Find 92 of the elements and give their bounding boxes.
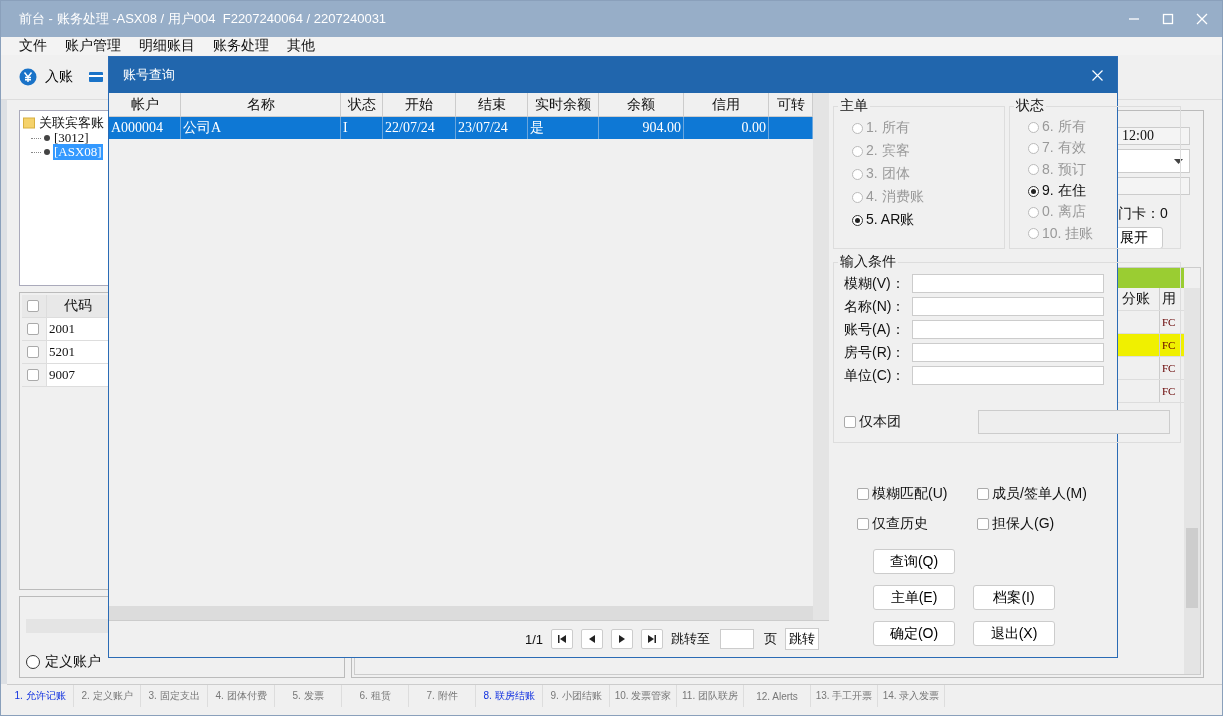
folder-icon	[23, 117, 35, 129]
tab[interactable]: 6. 租赁	[342, 685, 409, 707]
dialog-button[interactable]: 档案(I)	[973, 585, 1055, 610]
skip-forward-icon	[648, 635, 656, 643]
field-label: 模糊(V)：	[844, 274, 906, 293]
group-title: 输入条件	[839, 253, 897, 271]
tab[interactable]: 1. 允许记账	[7, 685, 74, 707]
input-field[interactable]	[912, 297, 1104, 316]
goto-button[interactable]: 跳转	[785, 628, 819, 650]
card-count: 门卡：0	[1117, 205, 1168, 223]
tab[interactable]: 4. 团体付费	[208, 685, 275, 707]
menu-item[interactable]: 文件	[19, 37, 47, 53]
radio-button[interactable]: 5. AR账	[852, 209, 915, 231]
last-page-button[interactable]	[641, 629, 663, 649]
checkbox[interactable]	[26, 323, 39, 335]
menu-item[interactable]: 账户管理	[65, 37, 121, 53]
tab[interactable]: 5. 发票	[275, 685, 342, 707]
menu-item[interactable]: 账务处理	[213, 37, 269, 53]
table-cell: 5201	[47, 341, 111, 363]
dialog-title: 账号查询	[123, 66, 175, 84]
goto-label: 跳转至	[671, 630, 710, 648]
scrollbar[interactable]	[109, 606, 813, 620]
previous-page-button[interactable]	[581, 629, 603, 649]
field-label: 名称(N)：	[844, 297, 907, 316]
tab[interactable]: 7. 附件	[409, 685, 476, 707]
triangle-left-icon	[589, 635, 595, 643]
input-field[interactable]	[912, 274, 1104, 293]
page-unit: 页	[764, 630, 777, 648]
tree-item[interactable]: 关联宾客账	[38, 114, 105, 132]
yen-icon	[19, 68, 37, 86]
column-header[interactable]: 帐户	[109, 93, 181, 116]
tab[interactable]: 14. 录入发票	[878, 685, 945, 707]
checkbox[interactable]: 担保人(G)	[977, 515, 1097, 533]
bullet-icon	[44, 149, 50, 155]
menu-item[interactable]: 其他	[287, 37, 315, 53]
page-field[interactable]	[720, 629, 754, 649]
scrollbar[interactable]	[813, 93, 829, 620]
dialog-button[interactable]: 确定(O)	[873, 621, 955, 646]
input-field[interactable]	[912, 343, 1104, 362]
table-cell: 9007	[47, 364, 111, 386]
tree-item[interactable]: [3012]	[53, 130, 90, 146]
tab[interactable]: 11. 团队联房	[677, 685, 744, 707]
column-header[interactable]: 状态	[341, 93, 383, 116]
card-icon[interactable]	[89, 71, 103, 83]
tab[interactable]: 8. 联房结账	[476, 685, 543, 707]
radio-button[interactable]: 定义账户	[26, 653, 101, 671]
tab[interactable]: 12. Alerts	[744, 685, 811, 707]
checkbox[interactable]	[26, 369, 39, 381]
tab[interactable]: 13. 手工开票	[811, 685, 878, 707]
tab[interactable]: 9. 小团结账	[543, 685, 610, 707]
dialog-button[interactable]: 退出(X)	[973, 621, 1055, 646]
caret-icon	[1174, 158, 1183, 164]
field-label: 账号(A)：	[844, 320, 906, 339]
tab[interactable]: 3. 固定支出	[141, 685, 208, 707]
checkbox[interactable]	[26, 346, 39, 358]
triangle-right-icon	[619, 635, 625, 643]
bullet-icon	[44, 135, 50, 141]
column-header[interactable]: 信用	[684, 93, 769, 116]
dialog-button[interactable]: 主单(E)	[873, 585, 955, 610]
maximize-icon[interactable]	[1162, 13, 1174, 25]
checkbox[interactable]: 模糊匹配(U)	[857, 485, 977, 503]
checkbox[interactable]: 成员/签单人(M)	[977, 485, 1097, 503]
column-header[interactable]: 开始	[383, 93, 456, 116]
radio-button[interactable]: 9. 在住	[1028, 181, 1086, 202]
menu-item[interactable]: 明细账目	[139, 37, 195, 53]
field-label: 房号(R)：	[844, 343, 907, 362]
checkbox[interactable]: 仅本团	[844, 413, 964, 431]
window-title: 前台 - 账务处理 -ASX08 / 用户004 F2207240064 / 2207240031	[19, 10, 388, 28]
skip-back-icon	[558, 635, 566, 643]
input-field[interactable]	[912, 320, 1104, 339]
checkbox[interactable]	[26, 300, 39, 312]
close-icon[interactable]	[1092, 69, 1103, 81]
tab[interactable]: 10. 发票管家	[610, 685, 677, 707]
group-title: 主单	[839, 97, 869, 115]
first-page-button[interactable]	[551, 629, 573, 649]
column-header[interactable]: 名称	[181, 93, 341, 116]
tab[interactable]: 2. 定义账户	[74, 685, 141, 707]
input-field[interactable]	[978, 410, 1170, 434]
toolbar-button[interactable]: 入账	[17, 66, 75, 88]
scrollbar[interactable]	[1184, 288, 1200, 674]
table-cell: 2001	[47, 318, 111, 340]
column-header[interactable]: 实时余额	[528, 93, 599, 116]
field-label: 单位(C)：	[844, 366, 907, 385]
column-header[interactable]: 结束	[456, 93, 528, 116]
group-title: 状态	[1015, 97, 1045, 115]
page-indicator: 1/1	[524, 631, 543, 647]
next-page-button[interactable]	[611, 629, 633, 649]
checkbox[interactable]: 仅查历史	[857, 515, 977, 533]
input-field[interactable]	[912, 366, 1104, 385]
table-row[interactable]: A000004 公司A I 22/07/24 23/07/24 是 904.00 0.00	[109, 117, 813, 139]
column-header[interactable]: 余额	[599, 93, 684, 116]
dialog-button[interactable]: 查询(Q)	[873, 549, 955, 574]
